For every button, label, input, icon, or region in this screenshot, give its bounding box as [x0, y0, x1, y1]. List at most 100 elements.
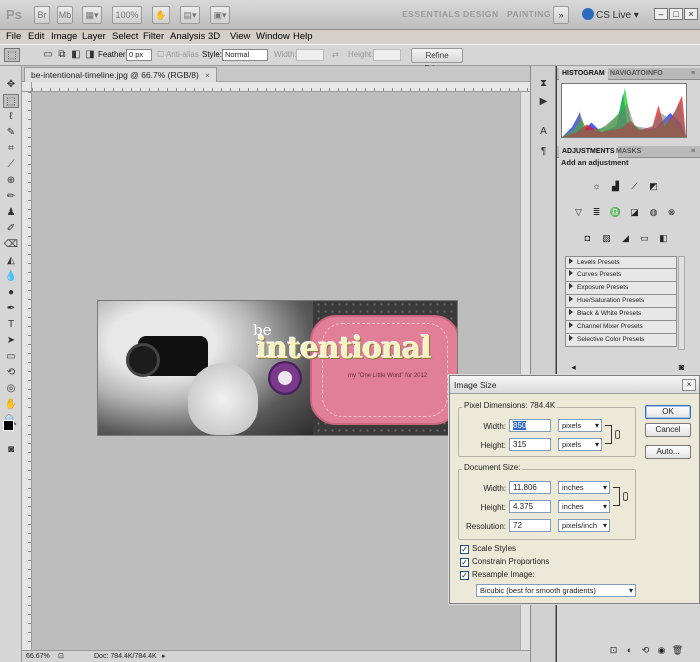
adjustments-options-icon[interactable]: ◙ [675, 361, 688, 373]
close-app-button[interactable]: × [684, 8, 698, 20]
3d-orbit-tool-icon[interactable]: ◎ [3, 382, 19, 396]
healing-brush-tool-icon[interactable]: ⊕ [3, 174, 19, 188]
menu-filter[interactable]: Filter [143, 30, 164, 44]
dialog-title-bar[interactable]: Image Size × [450, 376, 699, 394]
hue-saturation-icon[interactable]: ≣ [590, 206, 603, 218]
minimize-button[interactable]: – [654, 8, 668, 20]
menu-window[interactable]: Window [256, 30, 290, 44]
channel-mixer-icon[interactable]: ⊗ [665, 206, 678, 218]
scale-styles-checkbox[interactable]: ✓ Scale Styles [460, 544, 516, 554]
panel-bottom-icon[interactable]: ◉ [655, 644, 668, 656]
close-document-icon[interactable]: × [205, 70, 210, 80]
px-height-unit-select[interactable]: pixels [558, 438, 602, 451]
ok-button[interactable]: OK [645, 405, 691, 419]
history-panel-icon[interactable]: ⧗ [536, 76, 551, 91]
return-to-list-icon[interactable]: ◂ [567, 361, 580, 373]
menu-file[interactable]: File [6, 30, 21, 44]
maximize-button[interactable]: □ [669, 8, 683, 20]
panel-bottom-icon[interactable]: ⟲ [639, 644, 652, 656]
zoom-level-dropdown[interactable]: 100% [112, 6, 142, 24]
width-input[interactable] [296, 49, 324, 61]
blur-tool-icon[interactable]: 💧 [3, 270, 19, 284]
view-extras-icon[interactable]: ▦▾ [82, 6, 102, 24]
intersect-selection-icon[interactable]: ◨ [82, 48, 98, 62]
tab-histogram[interactable]: HISTOGRAM [559, 68, 608, 80]
quick-selection-tool-icon[interactable]: ✎ [3, 126, 19, 140]
menu-layer[interactable]: Layer [82, 30, 106, 44]
selective-color-icon[interactable]: ◧ [657, 232, 670, 244]
vibrance-icon[interactable]: ▽ [572, 206, 585, 218]
height-input[interactable] [373, 49, 401, 61]
resolution-input[interactable]: 72 [509, 519, 551, 532]
paint-bucket-tool-icon[interactable]: ◭ [3, 254, 19, 268]
mini-bridge-icon[interactable]: Mb [57, 6, 73, 24]
menu-analysis[interactable]: Analysis [170, 30, 205, 44]
hand-tool-icon[interactable]: ✋ [3, 398, 19, 412]
preset-selective-color[interactable]: Selective Color Presets [565, 334, 677, 347]
type-tool-icon[interactable]: T [3, 318, 19, 332]
move-tool-icon[interactable]: ✥ [3, 78, 19, 92]
threshold-icon[interactable]: ◢ [619, 232, 632, 244]
tab-adjustments[interactable]: ADJUSTMENTS [559, 146, 618, 158]
shape-tool-icon[interactable]: ▭ [3, 350, 19, 364]
preset-curves[interactable]: Curves Presets [565, 269, 677, 282]
px-width-unit-select[interactable]: pixels [558, 419, 602, 432]
preset-black-white[interactable]: Black & White Presets [565, 308, 677, 321]
invert-icon[interactable]: ◘ [581, 232, 594, 244]
menu-3d[interactable]: 3D [208, 30, 220, 44]
status-menu-icon[interactable]: ▸ [162, 651, 166, 662]
cancel-button[interactable]: Cancel [645, 423, 691, 437]
color-balance-icon[interactable]: ♎ [609, 206, 622, 218]
menu-select[interactable]: Select [112, 30, 138, 44]
panel-menu-icon[interactable]: ≡ [688, 68, 698, 80]
dialog-close-button[interactable]: × [682, 379, 696, 391]
preset-hue-saturation[interactable]: Hue/Saturation Presets [565, 295, 677, 308]
status-zoom-icon[interactable]: ⊡ [58, 651, 64, 662]
exposure-icon[interactable]: ◩ [647, 180, 660, 192]
curves-icon[interactable]: ⟋ [628, 180, 641, 192]
menu-edit[interactable]: Edit [28, 30, 44, 44]
cs-live-menu[interactable]: CS Live ▾ [582, 8, 639, 21]
photo-filter-icon[interactable]: ◍ [647, 206, 660, 218]
workspace-design[interactable]: DESIGN [463, 9, 499, 19]
menu-help[interactable]: Help [293, 30, 313, 44]
brush-tool-icon[interactable]: ✏ [3, 190, 19, 204]
preset-channel-mixer[interactable]: Channel Mixer Presets [565, 321, 677, 334]
menu-view[interactable]: View [230, 30, 250, 44]
arrange-documents-icon[interactable]: ▤▾ [180, 6, 200, 24]
path-selection-tool-icon[interactable]: ➤ [3, 334, 19, 348]
resample-method-select[interactable]: Bicubic (best for smooth gradients) [476, 584, 636, 597]
anti-alias-checkbox[interactable]: ☐ Anti-alias [157, 50, 199, 59]
adjustments-menu-icon[interactable]: ≡ [688, 146, 698, 158]
resolution-unit-select[interactable]: pixels/inch [558, 519, 610, 532]
doc-width-unit-select[interactable]: inches [558, 481, 610, 494]
foreground-color-swatch[interactable] [3, 420, 14, 431]
actions-panel-icon[interactable]: ▶ [536, 94, 551, 109]
document-image[interactable]: be intentional my "One Little Word" for … [97, 300, 458, 436]
constrain-proportions-checkbox[interactable]: ✓ Constrain Proportions [460, 557, 549, 567]
dodge-tool-icon[interactable]: ● [3, 286, 19, 300]
doc-width-input[interactable]: 11.806 [509, 481, 551, 494]
crop-tool-icon[interactable]: ⌗ [3, 142, 19, 156]
levels-icon[interactable]: ▟ [609, 180, 622, 192]
preset-levels[interactable]: Levels Presets [565, 256, 677, 269]
workspace-essentials[interactable]: ESSENTIALS [402, 9, 460, 19]
menu-image[interactable]: Image [51, 30, 77, 44]
brightness-contrast-icon[interactable]: ☼ [590, 180, 603, 192]
horizontal-ruler[interactable] [32, 82, 530, 92]
screen-mode-icon[interactable]: ▣▾ [210, 6, 230, 24]
clone-stamp-tool-icon[interactable]: ♟ [3, 206, 19, 220]
document-tab[interactable]: be-intentional-timeline.jpg @ 66.7% (RGB… [24, 67, 217, 82]
vertical-ruler[interactable] [22, 92, 32, 650]
doc-height-input[interactable]: 4.375 [509, 500, 551, 513]
tab-info[interactable]: INFO [643, 68, 666, 80]
history-brush-tool-icon[interactable]: ✐ [3, 222, 19, 236]
workspace-painting[interactable]: PAINTING [507, 9, 551, 19]
character-panel-icon[interactable]: A [536, 124, 551, 139]
lasso-tool-icon[interactable]: ℓ [3, 110, 19, 124]
tool-preset-picker-icon[interactable]: ⬚ [4, 48, 20, 62]
eraser-tool-icon[interactable]: ⌫ [3, 238, 19, 252]
auto-button[interactable]: Auto... [645, 445, 691, 459]
px-width-input[interactable]: 850 [509, 419, 551, 432]
eyedropper-tool-icon[interactable]: ⟋ [3, 158, 19, 172]
